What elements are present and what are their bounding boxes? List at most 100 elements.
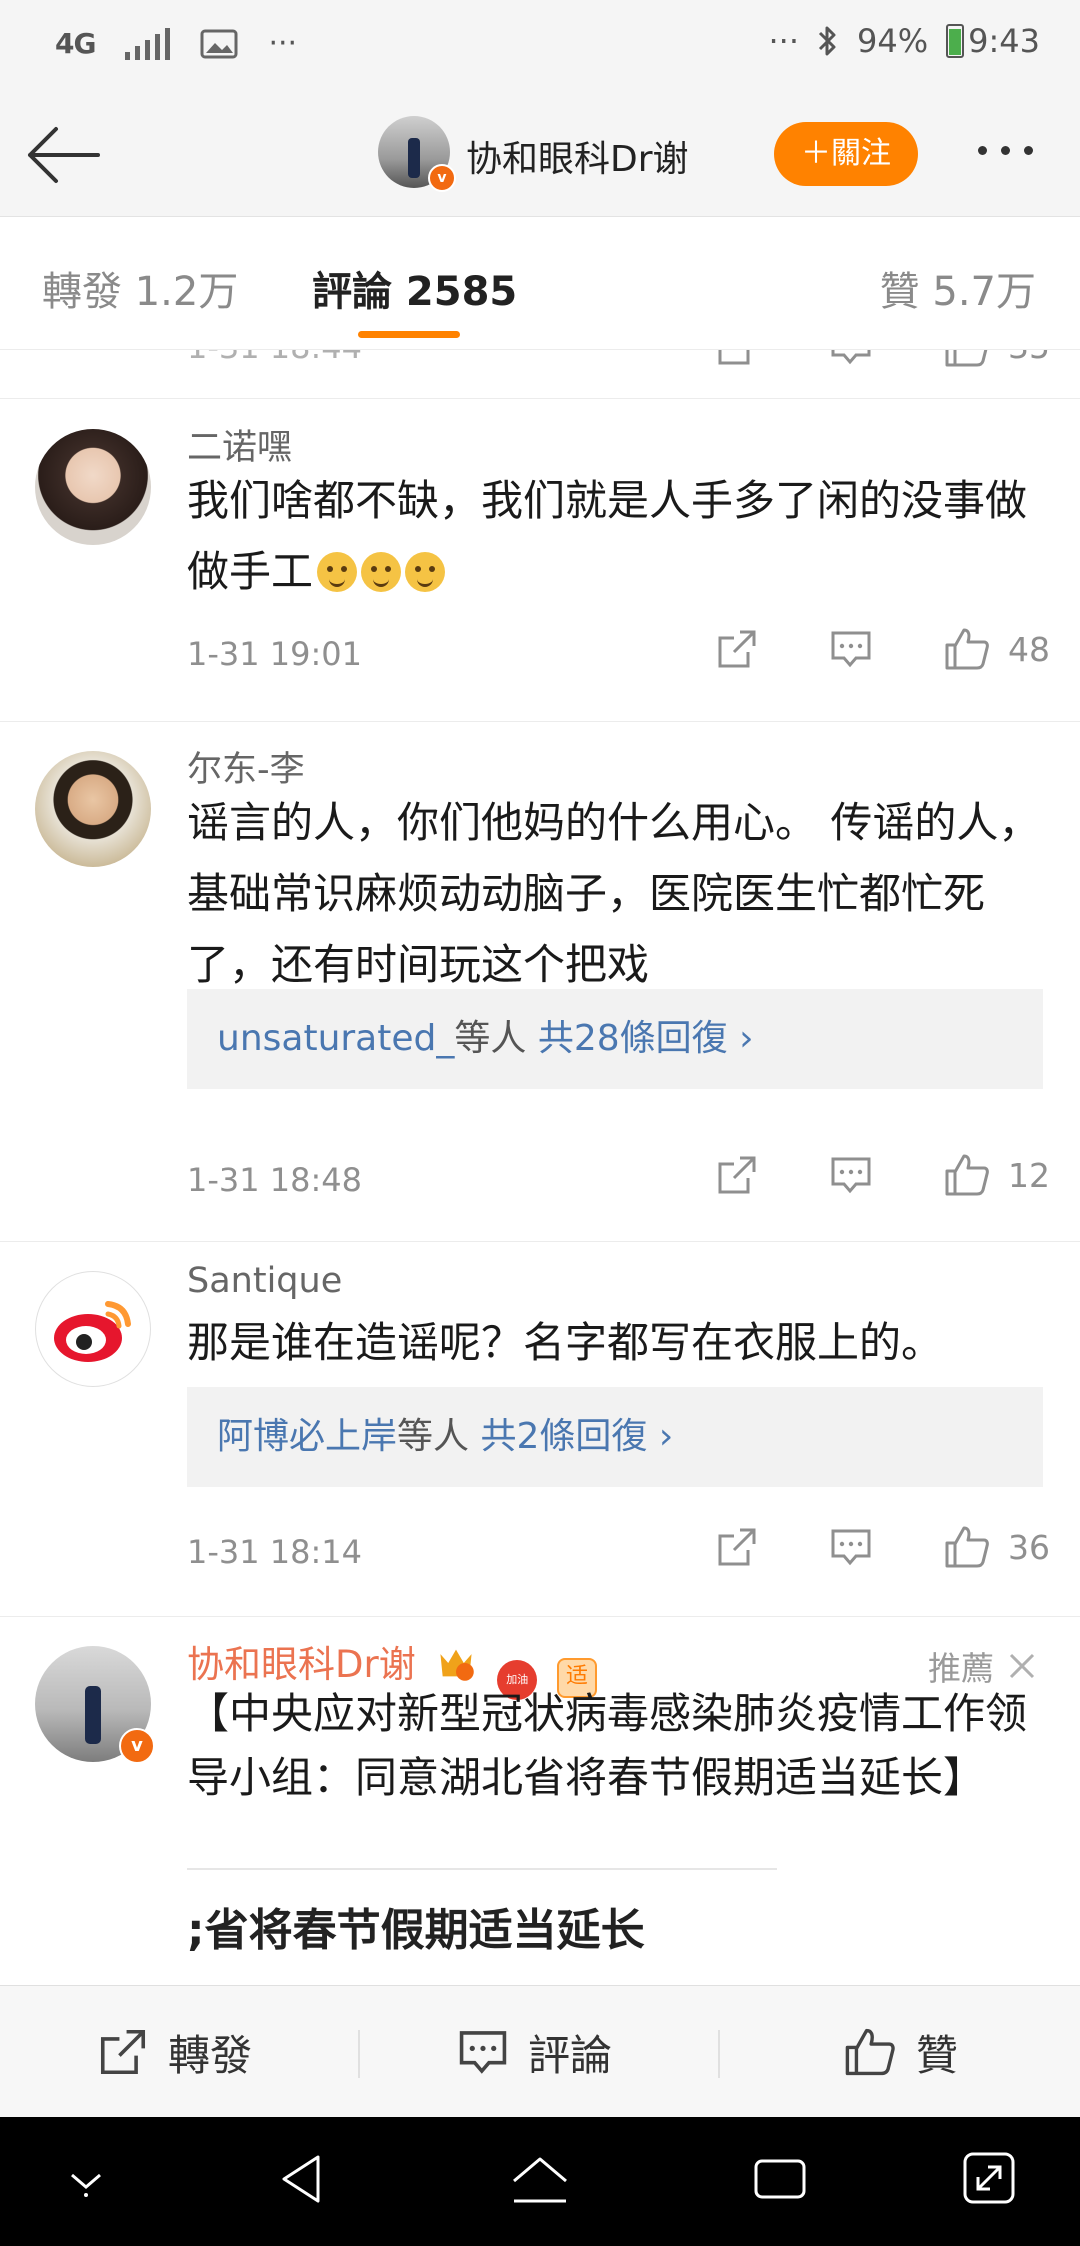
comment-button[interactable]: 評論 — [458, 1986, 612, 2118]
comment-time: 1-31 18:14 — [187, 1533, 363, 1571]
repost-action[interactable] — [716, 350, 758, 367]
like-count: 35 — [1008, 350, 1050, 366]
repost-action[interactable] — [716, 628, 758, 670]
more-status-icon: ··· — [768, 22, 800, 60]
comment-bubble-icon — [831, 1157, 871, 1194]
commenter-avatar[interactable]: v — [35, 1646, 155, 1764]
comment-feed[interactable]: 1-31 18:44 35 二诺嘿 我们啥都不缺，我们就是人手多了闲的没事做做手… — [0, 350, 1080, 1985]
avatar-figure — [408, 138, 420, 178]
comment-text: 那是谁在造谣呢？名字都写在衣服上的。 — [187, 1318, 944, 1367]
repost-action[interactable] — [716, 1526, 758, 1568]
verified-badge-icon: v — [428, 164, 456, 192]
comment-time: 1-31 19:01 — [187, 635, 363, 673]
comment-time: 1-31 18:48 — [187, 1161, 363, 1199]
clock: 9:43 — [968, 22, 1040, 60]
thumbs-up-icon — [945, 1154, 989, 1196]
comment-item: 1-31 18:44 35 — [0, 350, 1080, 399]
doge-emoji-icon — [361, 552, 402, 592]
author-avatar[interactable]: v — [378, 116, 456, 192]
commenter-name[interactable]: 尔东-李 — [187, 741, 305, 792]
like-label: 贊 — [916, 2030, 959, 2080]
thumbs-up-icon — [945, 628, 989, 670]
like-action[interactable]: 12 — [944, 1153, 1050, 1197]
like-action[interactable]: 35 — [944, 350, 1050, 368]
network-type: 4G — [55, 27, 96, 60]
divider — [718, 2030, 720, 2078]
comment-item: Santique 那是谁在造谣呢？名字都写在衣服上的。 阿博必上岸等人 共2條回… — [0, 1241, 1080, 1617]
more-notifications-icon: ··· — [268, 26, 298, 61]
back-button[interactable] — [24, 120, 104, 190]
expand-screen-icon[interactable] — [962, 2151, 1016, 2205]
comment-actions: 48 — [644, 627, 1050, 671]
follow-button[interactable]: ＋關注 — [774, 122, 918, 186]
tab-comments[interactable]: 評論 2585 — [312, 259, 517, 317]
author-name-text: 协和眼科Dr谢 — [187, 1643, 416, 1686]
commenter-avatar[interactable] — [35, 751, 151, 867]
bluetooth-icon — [818, 26, 836, 56]
share-icon — [718, 630, 756, 668]
back-nav-icon[interactable] — [274, 2151, 330, 2207]
replies-preview[interactable]: unsaturated_等人 共28條回復 › — [187, 989, 1043, 1089]
link-card-title: ;省将春节假期适当延长 — [187, 1905, 645, 1956]
commenter-name[interactable]: 二诺嘿 — [187, 419, 292, 470]
comment-action[interactable] — [830, 1526, 872, 1568]
tab-likes[interactable]: 贊 5.7万 — [880, 259, 1036, 317]
comment-bubble-icon — [831, 350, 871, 365]
comment-actions: 12 — [644, 1153, 1050, 1197]
share-icon — [100, 2029, 146, 2075]
reply-total: 共2條回復 › — [480, 1416, 674, 1457]
gallery-icon — [200, 29, 238, 58]
comment-text: 【中央应对新型冠状病毒感染肺炎疫情工作领导小组：同意湖北省将春节假期适当延长】 — [187, 1689, 1028, 1802]
system-nav-bar — [0, 2117, 1080, 2246]
repost-label: 轉發 — [168, 2030, 253, 2080]
more-options-button[interactable] — [978, 146, 1033, 155]
like-action[interactable]: 36 — [944, 1525, 1050, 1569]
reply-user-names: 阿博必上岸 — [217, 1416, 398, 1457]
comment-item: 尔东-李 谣言的人，你们他妈的什么用心。 传谣的人，基础常识麻烦动动脑子，医院医… — [0, 721, 1080, 1242]
weibo-logo-icon — [54, 1301, 131, 1362]
recents-nav-icon[interactable] — [752, 2151, 808, 2207]
repost-action[interactable] — [716, 1154, 758, 1196]
top-header: v 协和眼科Dr谢 ＋關注 — [0, 92, 1080, 217]
comment-action[interactable] — [830, 1154, 872, 1196]
back-arrow-icon — [28, 127, 100, 183]
link-card-preview[interactable]: ;省将春节假期适当延长 — [187, 1868, 777, 1960]
comment-label: 評論 — [528, 2030, 613, 2080]
reply-total: 共28條回復 › — [526, 1018, 754, 1059]
doge-emoji-icon — [405, 552, 446, 592]
doge-emoji-icon — [317, 552, 358, 592]
comment-bubble-icon — [831, 631, 871, 668]
share-icon — [718, 1528, 756, 1566]
comment-bubble-icon — [459, 2031, 507, 2074]
commenter-name[interactable]: Santique — [187, 1261, 342, 1301]
commenter-avatar[interactable] — [35, 429, 151, 545]
status-bar: 4G ··· ··· 94% 9:43 — [0, 0, 1080, 92]
hide-keyboard-icon[interactable] — [64, 2161, 108, 2201]
tab-repost[interactable]: 轉發 1.2万 — [42, 259, 238, 317]
thumbs-up-icon — [945, 350, 988, 367]
battery-icon — [946, 24, 965, 58]
like-count: 36 — [1008, 1527, 1050, 1567]
comment-action[interactable] — [830, 350, 872, 367]
author-name[interactable]: 协和眼科Dr谢 — [466, 130, 689, 182]
like-count: 48 — [1008, 629, 1050, 669]
comment-bubble-icon — [831, 1529, 871, 1566]
comment-item-author: v 协和眼科Dr谢 加油 适 推薦 【中央应对新型冠状病毒感染肺炎疫情工作领导小… — [0, 1616, 1080, 1985]
commenter-avatar[interactable] — [35, 1271, 151, 1387]
comment-item: 二诺嘿 我们啥都不缺，我们就是人手多了闲的没事做做手工 1-31 19:01 4… — [0, 399, 1080, 722]
close-icon[interactable] — [1008, 1652, 1036, 1680]
signal-icon — [125, 27, 171, 60]
home-nav-icon[interactable] — [510, 2151, 570, 2211]
comment-actions: 36 — [644, 1525, 1050, 1569]
comment-action[interactable] — [830, 628, 872, 670]
reply-suffix: 等人 — [397, 1416, 470, 1457]
repost-button[interactable]: 轉發 — [98, 1986, 252, 2118]
active-tab-indicator — [358, 331, 460, 338]
comment-text-content: 我们啥都不缺，我们就是人手多了闲的没事做做手工 — [187, 476, 1028, 596]
comment-time: 1-31 18:44 — [187, 350, 362, 366]
like-button[interactable]: 贊 — [844, 1986, 958, 2118]
bottom-action-bar: 轉發 評論 贊 — [0, 1985, 1080, 2118]
replies-preview[interactable]: 阿博必上岸等人 共2條回復 › — [187, 1387, 1043, 1487]
share-icon — [718, 350, 750, 365]
like-action[interactable]: 48 — [944, 627, 1050, 671]
